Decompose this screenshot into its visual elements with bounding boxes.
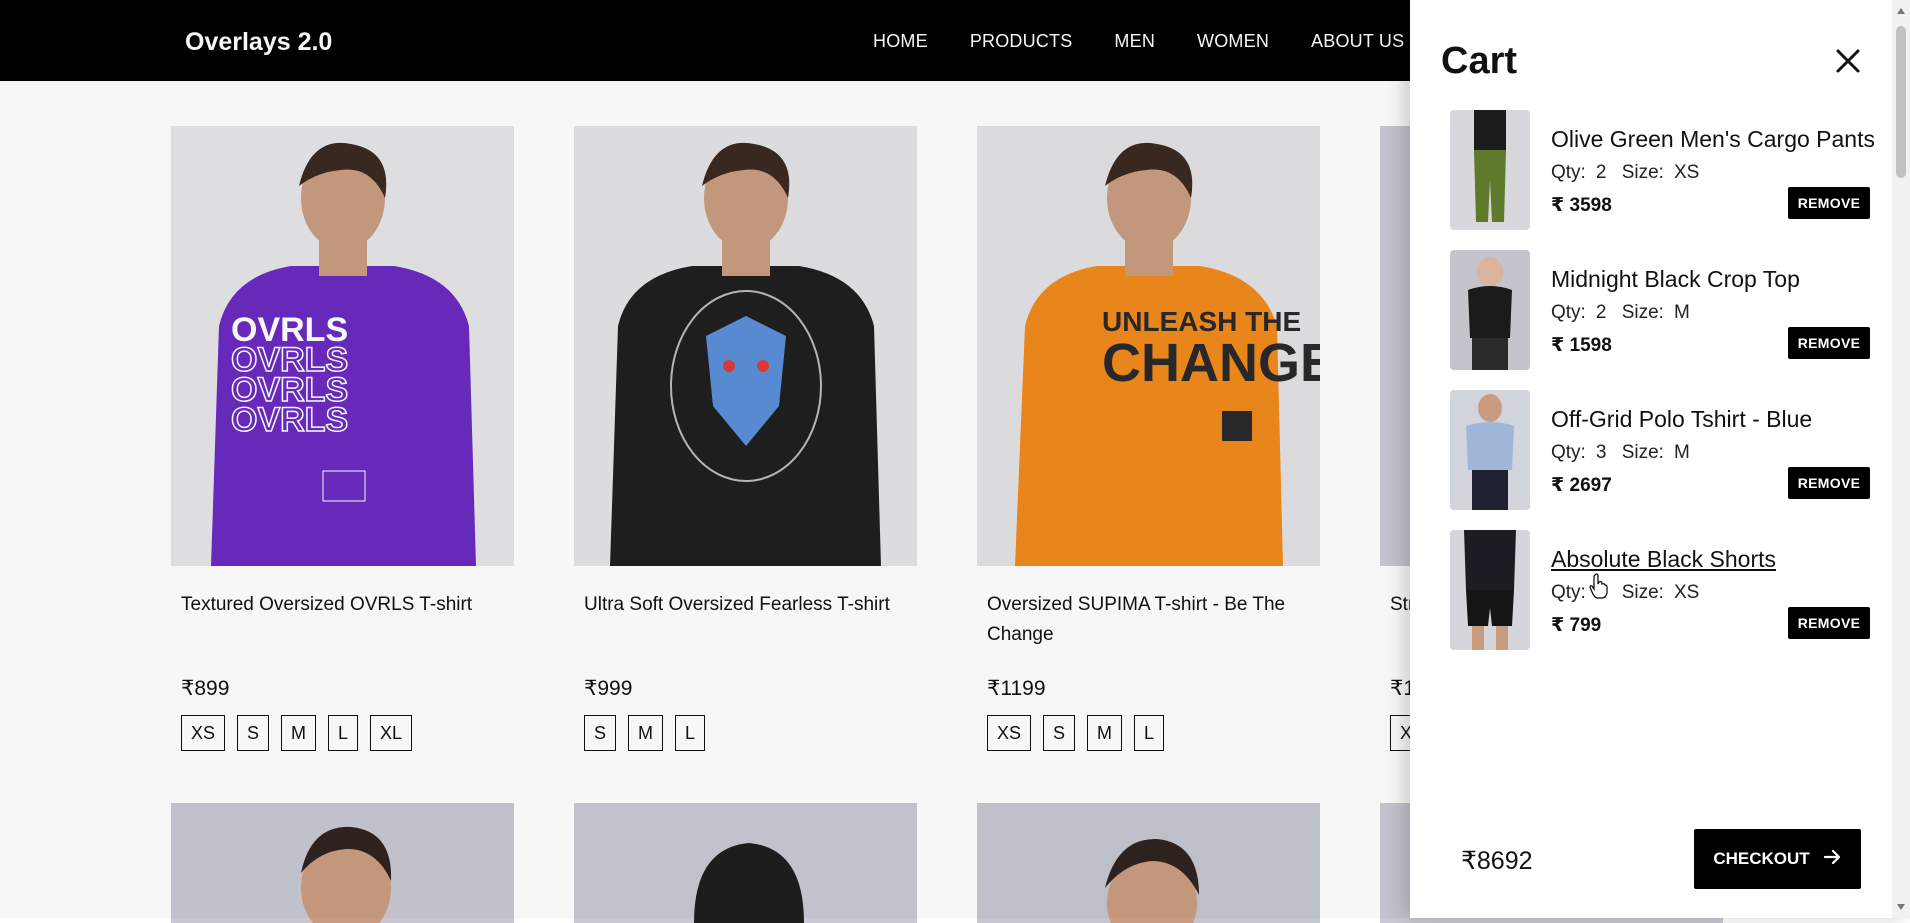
cart-title: Cart <box>1441 40 1518 82</box>
cart-item-image[interactable] <box>1450 250 1530 370</box>
qty-value: 3 <box>1595 442 1607 463</box>
remove-button[interactable]: REMOVE <box>1788 607 1870 639</box>
checkout-button[interactable]: CHECKOUT <box>1694 829 1861 889</box>
arrow-right-icon <box>1822 847 1842 872</box>
scrollbar-thumb[interactable] <box>1896 26 1906 178</box>
cart-item-meta: Qty:1 Size:XS <box>1551 582 1709 604</box>
size-label: Size: <box>1621 162 1664 183</box>
cart-item-meta: Qty: 2 Size: XS <box>1551 162 1709 184</box>
cart-item-price: ₹ 799 <box>1551 615 1602 636</box>
scroll-down-arrow-icon[interactable] <box>1897 904 1905 910</box>
page-overlay[interactable] <box>0 0 1410 918</box>
cart-item-name[interactable]: Olive Green Men's Cargo Pants <box>1551 126 1875 153</box>
qty-label: Qty: <box>1551 442 1586 463</box>
size-value: M <box>1673 302 1690 323</box>
cart-item: Absolute Black Shorts Qty:1 Size:XS ₹ 79… <box>1450 530 1880 670</box>
scroll-up-arrow-icon[interactable] <box>1897 8 1905 14</box>
size-value: XS <box>1673 162 1700 183</box>
cart-item-meta: Qty: 2 Size: M <box>1551 302 1700 324</box>
qty-label: Qty: <box>1551 302 1586 323</box>
qty-value: 2 <box>1595 162 1607 183</box>
hand-cursor-icon <box>1589 573 1609 604</box>
cart-item-price: ₹ 3598 <box>1551 195 1612 216</box>
cart-item-name[interactable]: Midnight Black Crop Top <box>1551 266 1800 293</box>
remove-button[interactable]: REMOVE <box>1788 187 1870 219</box>
cart-item: Olive Green Men's Cargo Pants Qty: 2 Size… <box>1450 110 1880 250</box>
scrollbar[interactable] <box>1892 0 1910 918</box>
close-icon[interactable] <box>1830 43 1866 79</box>
cart-total: ₹8692 <box>1461 847 1533 875</box>
cart-item-name[interactable]: Off-Grid Polo Tshirt - Blue <box>1551 406 1812 433</box>
cart-item-image[interactable] <box>1450 390 1530 510</box>
cart-item-price: ₹ 2697 <box>1551 475 1612 496</box>
cart-item-image[interactable] <box>1450 530 1530 650</box>
checkout-label: CHECKOUT <box>1713 849 1810 868</box>
size-label: Size: <box>1621 302 1664 323</box>
remove-button[interactable]: REMOVE <box>1788 327 1870 359</box>
size-label: Size: <box>1621 442 1664 463</box>
cart-item-price: ₹ 1598 <box>1551 335 1612 356</box>
qty-value: 2 <box>1595 302 1607 323</box>
cart-item: Off-Grid Polo Tshirt - Blue Qty: 3 Size: M… <box>1450 390 1880 530</box>
size-value: M <box>1673 442 1690 463</box>
cart-item: Midnight Black Crop Top Qty: 2 Size: M ₹ 1… <box>1450 250 1880 390</box>
cart-item-name[interactable]: Absolute Black Shorts <box>1551 546 1776 573</box>
cart-drawer: Cart Olive Green Men's Cargo Pants Qty: 2… <box>1410 0 1910 918</box>
remove-button[interactable]: REMOVE <box>1788 467 1870 499</box>
size-value: XS <box>1673 582 1700 603</box>
cart-item-image[interactable] <box>1450 110 1530 230</box>
cart-item-meta: Qty: 3 Size: M <box>1551 442 1700 464</box>
qty-label: Qty: <box>1551 582 1586 603</box>
size-label: Size: <box>1621 582 1664 603</box>
qty-label: Qty: <box>1551 162 1586 183</box>
cart-items: Olive Green Men's Cargo Pants Qty: 2 Size… <box>1450 110 1880 670</box>
